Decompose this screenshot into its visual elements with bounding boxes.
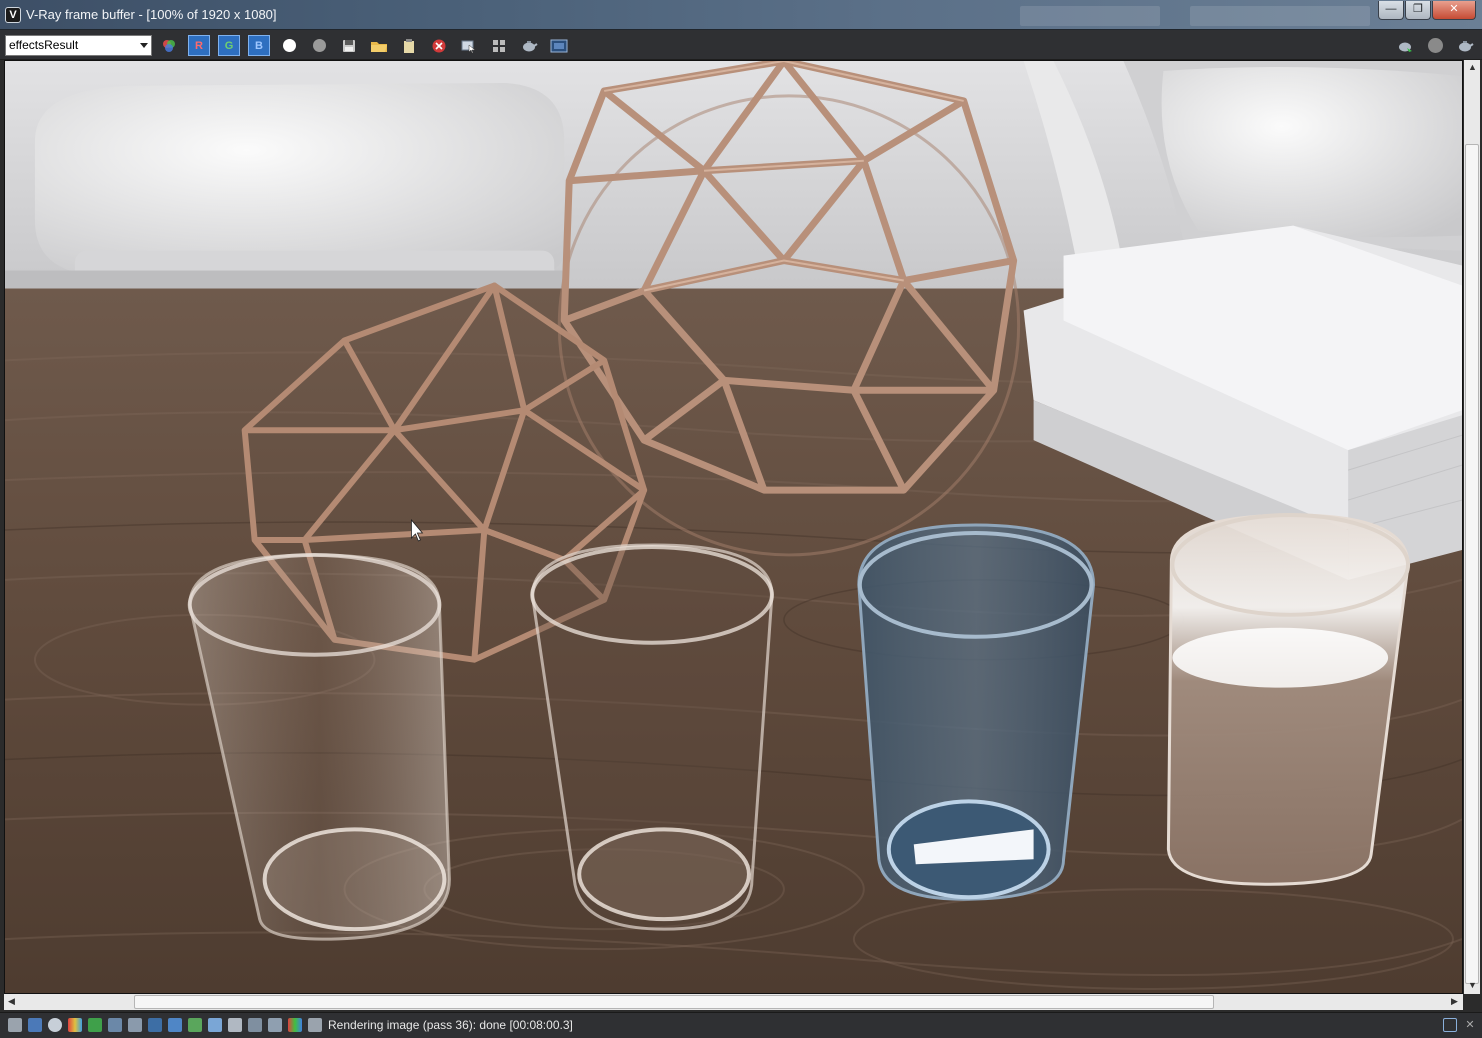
horizontal-scroll-thumb[interactable] xyxy=(134,995,1214,1009)
vertical-scrollbar[interactable]: ▲ ▼ xyxy=(1464,60,1480,994)
status-message: Rendering image (pass 36): done [00:08:0… xyxy=(328,1018,573,1032)
window-title: V-Ray frame buffer - [100% of 1920 x 108… xyxy=(26,7,277,22)
clear-image-icon[interactable] xyxy=(398,35,420,56)
maximize-button[interactable]: ❐ xyxy=(1405,1,1431,20)
title-bar[interactable]: V V-Ray frame buffer - [100% of 1920 x 1… xyxy=(0,0,1482,30)
compare-ab-icon[interactable] xyxy=(228,1018,242,1032)
red-channel-button[interactable]: R xyxy=(188,35,210,56)
blue-channel-label: B xyxy=(255,39,263,52)
scroll-down-icon[interactable]: ▼ xyxy=(1468,980,1477,990)
pixel-info-icon[interactable] xyxy=(308,1018,322,1032)
white-balance-icon[interactable] xyxy=(168,1018,182,1032)
background-blur xyxy=(1190,6,1370,26)
green-channel-label: G xyxy=(224,39,234,52)
channel-dropdown-value: effectsResult xyxy=(9,38,79,52)
status-bar: Rendering image (pass 36): done [00:08:0… xyxy=(0,1012,1482,1038)
red-channel-label: R xyxy=(195,39,203,52)
scroll-left-icon[interactable]: ◀ xyxy=(8,996,15,1007)
monochrome-icon[interactable] xyxy=(308,35,330,56)
link-to-3dsmax-icon[interactable] xyxy=(28,1018,42,1032)
vertical-split-icon[interactable] xyxy=(268,1018,282,1032)
restore-panel-icon[interactable] xyxy=(1443,1018,1457,1032)
vfb-history-icon[interactable] xyxy=(548,35,570,56)
close-panel-icon[interactable]: ✕ xyxy=(1463,1018,1477,1032)
horizontal-scrollbar[interactable]: ◀ ▶ xyxy=(4,994,1463,1010)
interactive-render-icon[interactable] xyxy=(1394,35,1416,56)
vertical-scroll-thumb[interactable] xyxy=(1465,144,1479,984)
green-channel-button[interactable]: G xyxy=(218,35,240,56)
glass-4-milk xyxy=(1166,513,1411,886)
scroll-up-icon[interactable]: ▲ xyxy=(1468,62,1477,72)
render-settings-icon[interactable] xyxy=(8,1018,22,1032)
render-viewport[interactable] xyxy=(4,60,1463,994)
color-correction-icon[interactable] xyxy=(68,1018,82,1032)
color-channels-icon[interactable] xyxy=(158,35,180,56)
lens-effects-icon[interactable] xyxy=(88,1018,102,1032)
rendered-image xyxy=(5,61,1462,993)
scroll-right-icon[interactable]: ▶ xyxy=(1451,996,1458,1007)
vray-logo-icon[interactable]: V xyxy=(5,7,21,23)
render-icon[interactable] xyxy=(1454,35,1476,56)
track-mouse-icon[interactable] xyxy=(458,35,480,56)
vfb-window: V V-Ray frame buffer - [100% of 1920 x 1… xyxy=(0,0,1482,1038)
region-render-icon[interactable] xyxy=(488,35,510,56)
save-icon[interactable] xyxy=(338,35,360,56)
curve-icon[interactable] xyxy=(128,1018,142,1032)
glass-3-blue xyxy=(857,523,1096,901)
hue-saturation-icon[interactable] xyxy=(188,1018,202,1032)
chevron-down-icon[interactable] xyxy=(140,43,148,48)
horizontal-split-icon[interactable] xyxy=(248,1018,262,1032)
lut-icon[interactable] xyxy=(208,1018,222,1032)
blue-channel-button[interactable]: B xyxy=(248,35,270,56)
background-blur xyxy=(1020,6,1160,26)
info-icon[interactable] xyxy=(48,1018,62,1032)
toolbar: effectsResult R G B xyxy=(0,30,1482,60)
render-teapot-icon[interactable] xyxy=(518,35,540,56)
rgb-channels-icon[interactable] xyxy=(288,1018,302,1032)
open-folder-icon[interactable] xyxy=(368,35,390,56)
exposure-icon[interactable] xyxy=(148,1018,162,1032)
minimize-button[interactable]: — xyxy=(1378,1,1404,20)
channel-dropdown[interactable]: effectsResult xyxy=(5,35,152,56)
stop-render-icon[interactable] xyxy=(428,35,450,56)
levels-icon[interactable] xyxy=(108,1018,122,1032)
stop-icon[interactable] xyxy=(1424,35,1446,56)
alpha-white-icon[interactable] xyxy=(278,35,300,56)
close-button[interactable]: ✕ xyxy=(1432,1,1476,20)
